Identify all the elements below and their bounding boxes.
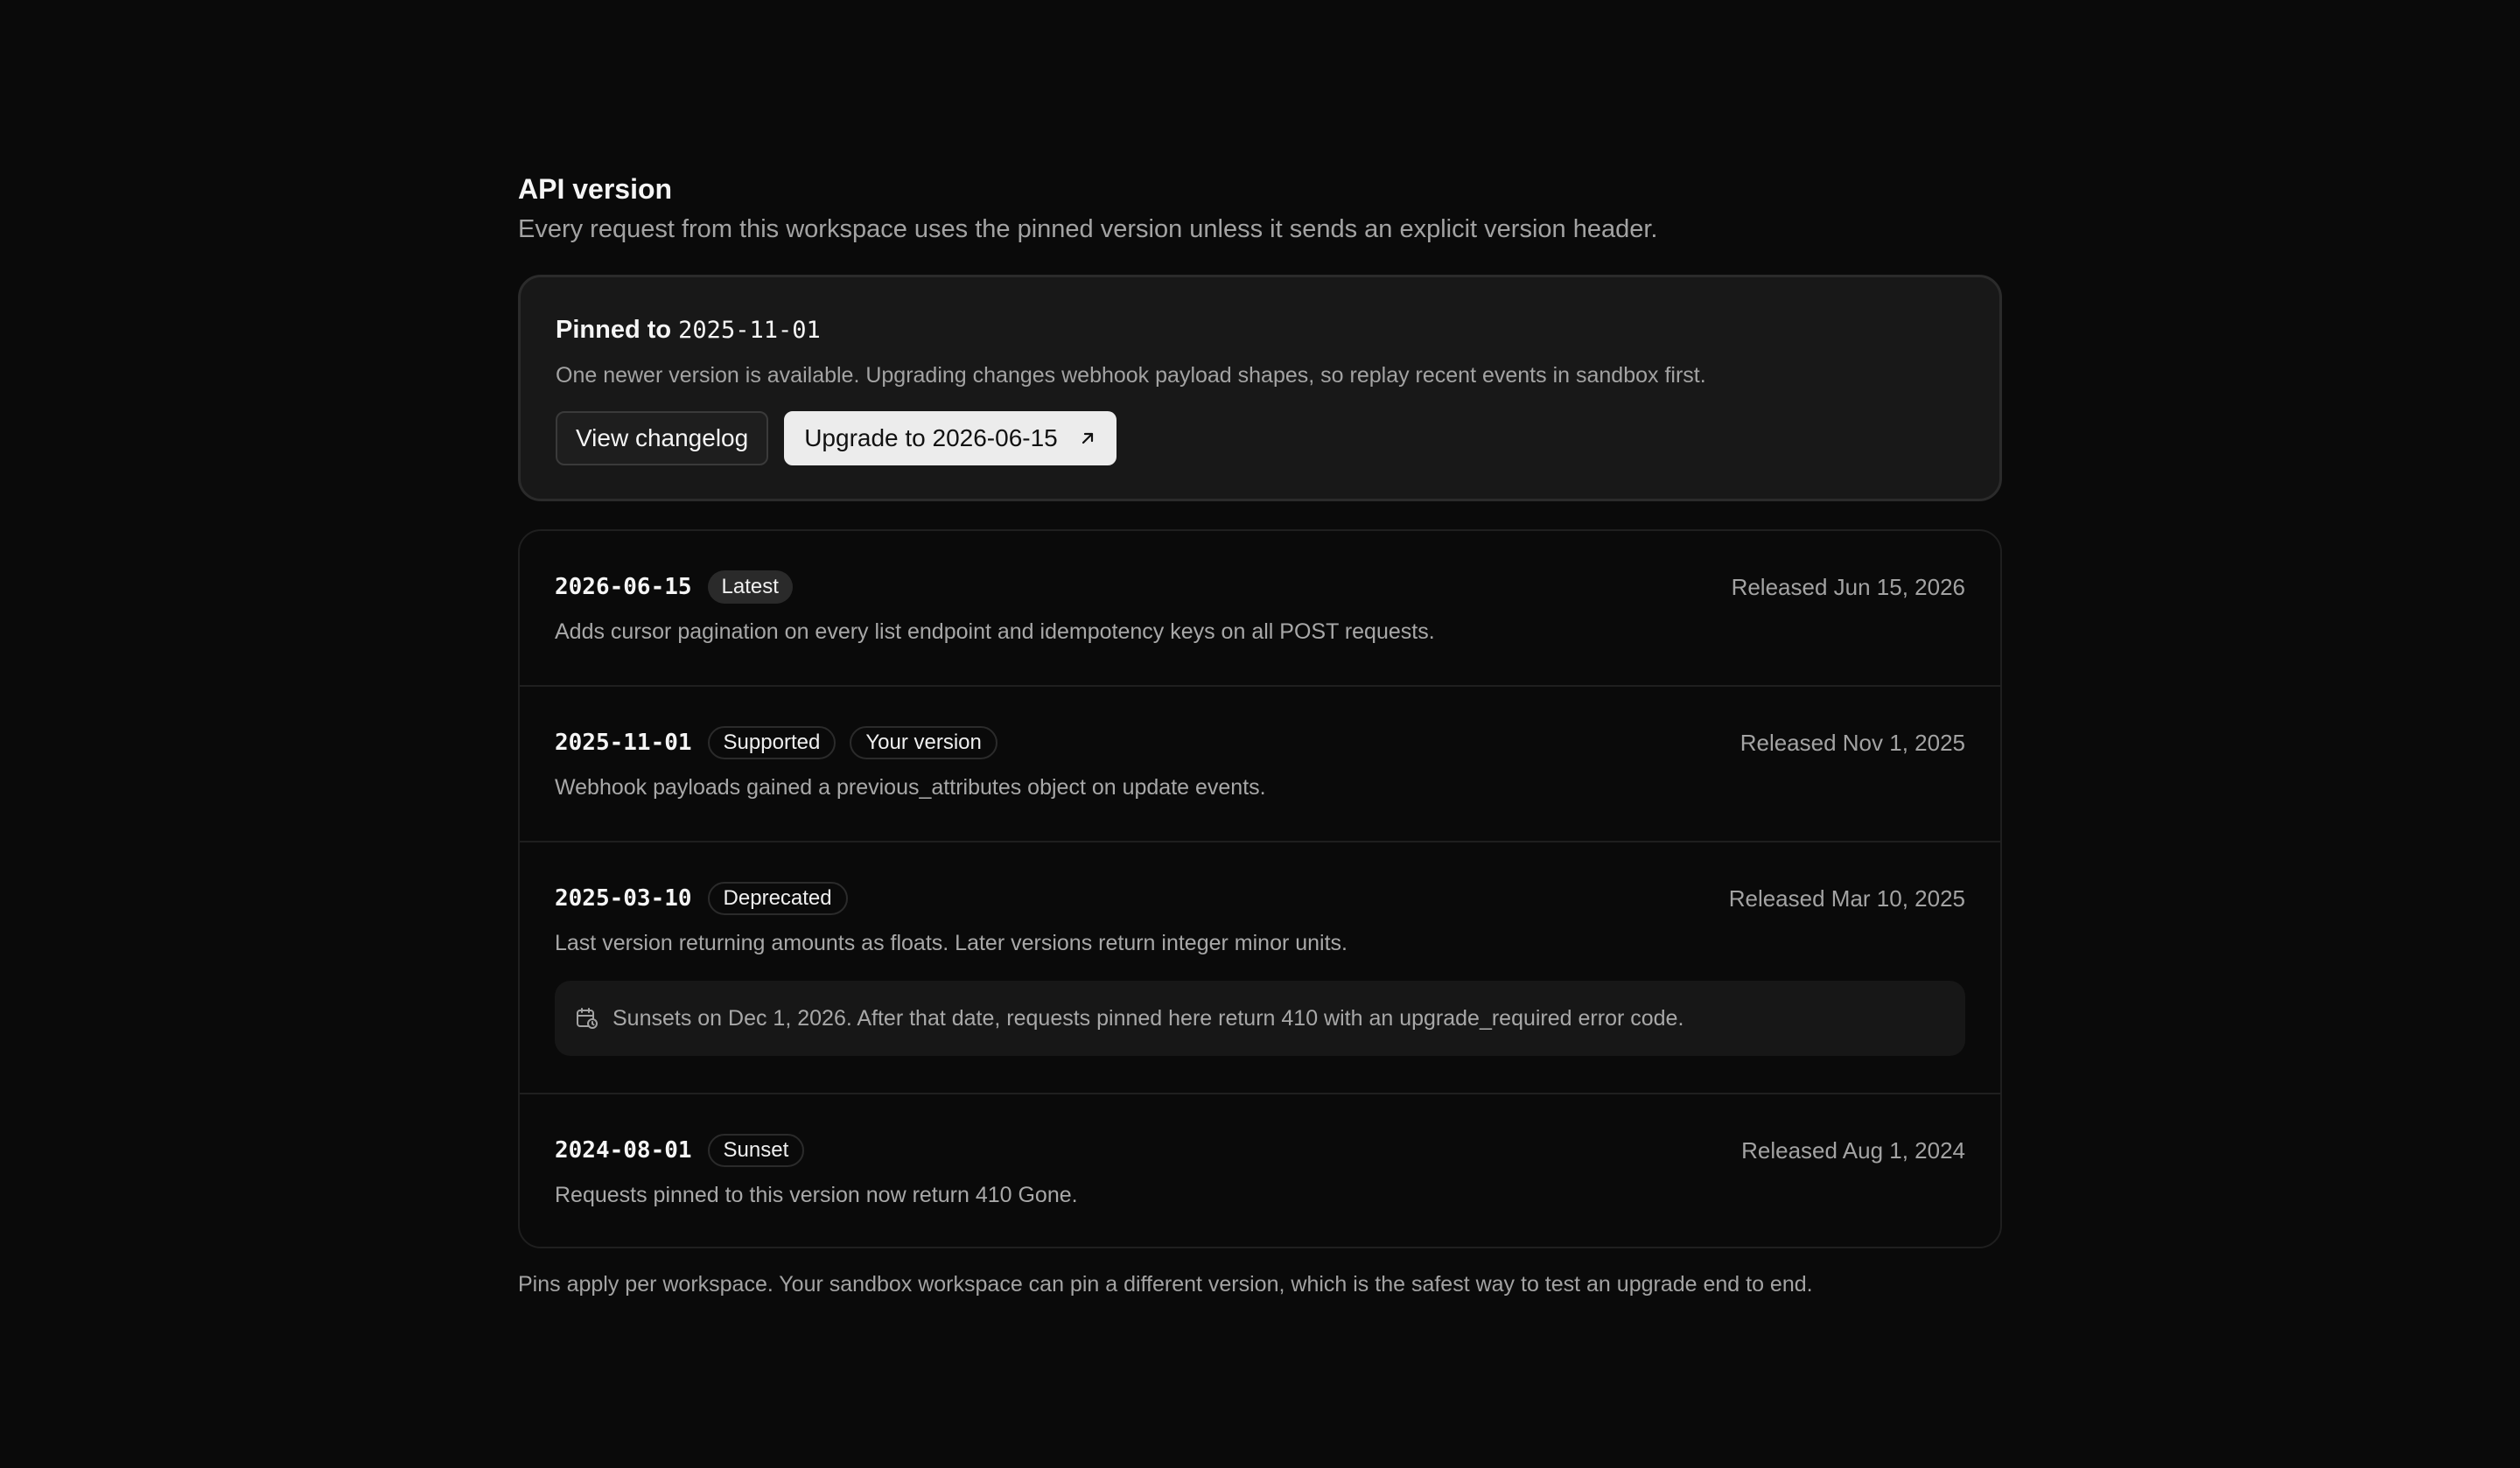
version-description: Last version returning amounts as floats… <box>555 931 1348 955</box>
view-changelog-label: View changelog <box>576 424 749 451</box>
pinned-actions: View changelog Upgrade to 2026-06-15 <box>556 411 1964 465</box>
view-changelog-button[interactable]: View changelog <box>556 411 769 465</box>
version-row: 2025-03-10 Deprecated Released Mar 10, 2… <box>520 841 2000 1093</box>
version-description: Requests pinned to this version now retu… <box>555 1183 1078 1207</box>
version-header: 2025-03-10 Deprecated Released Mar 10, 2… <box>555 879 1965 918</box>
arrow-up-right-icon <box>1082 432 1093 444</box>
status-badge: Latest <box>707 570 793 604</box>
version-code: 2026-06-15 <box>555 574 692 600</box>
version-row: 2024-08-01 Sunset Released Aug 1, 2024 R… <box>520 1093 2000 1247</box>
your-version-badge: Your version <box>850 726 998 759</box>
version-row: 2026-06-15 Latest Released Jun 15, 2026 … <box>520 531 2000 685</box>
version-header: 2025-11-01 Supported Your version Releas… <box>555 724 1965 762</box>
version-row: 2025-11-01 Supported Your version Releas… <box>520 685 2000 841</box>
pinned-title: Pinned to 2025-11-01 <box>556 312 1964 348</box>
version-description: Webhook payloads gained a previous_attri… <box>555 775 1266 800</box>
pinned-title-prefix: Pinned to <box>556 316 672 344</box>
upgrade-button[interactable]: Upgrade to 2026-06-15 <box>784 411 1116 465</box>
version-code: 2025-03-10 <box>555 885 692 912</box>
version-list: 2026-06-15 Latest Released Jun 15, 2026 … <box>518 529 2002 1248</box>
status-badge: Deprecated <box>707 882 848 915</box>
page-title: API version <box>518 173 673 205</box>
footnote: Pins apply per workspace. Your sandbox w… <box>518 1272 1813 1297</box>
pinned-version-code: 2025-11-01 <box>678 317 821 344</box>
version-code: 2024-08-01 <box>555 1137 692 1164</box>
status-badge: Sunset <box>707 1134 805 1167</box>
release-date: Released Jun 15, 2026 <box>1731 573 1965 600</box>
calendar-clock-icon <box>577 1008 598 1029</box>
api-version-section: API version Every request from this work… <box>518 170 2002 1321</box>
release-date: Released Nov 1, 2025 <box>1740 729 1965 756</box>
release-date: Released Aug 1, 2024 <box>1741 1136 1965 1164</box>
version-description: Adds cursor pagination on every list end… <box>555 619 1435 644</box>
sunset-notice-text: Sunsets on Dec 1, 2026. After that date,… <box>612 1005 1684 1031</box>
sunset-notice: Sunsets on Dec 1, 2026. After that date,… <box>555 981 1965 1056</box>
pinned-description: One newer version is available. Upgradin… <box>556 363 1706 388</box>
release-date: Released Mar 10, 2025 <box>1728 884 1965 912</box>
upgrade-label: Upgrade to 2026-06-15 <box>804 424 1058 451</box>
page-subtitle: Every request from this workspace uses t… <box>518 215 1658 243</box>
version-code: 2025-11-01 <box>555 730 692 756</box>
version-header: 2024-08-01 Sunset Released Aug 1, 2024 <box>555 1131 1965 1170</box>
status-badge: Supported <box>707 726 836 759</box>
pinned-version-card: Pinned to 2025-11-01 One newer version i… <box>518 275 2002 501</box>
version-header: 2026-06-15 Latest Released Jun 15, 2026 <box>555 568 1965 606</box>
